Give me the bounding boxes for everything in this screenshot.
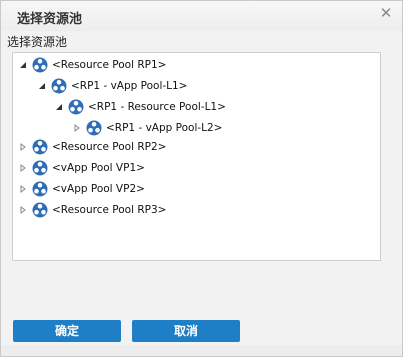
collapsed-arrow-icon[interactable] xyxy=(18,184,28,194)
resource-pool-tree: <Resource Pool RP1> <RP1 - vApp Pool-L1>… xyxy=(12,52,381,261)
ok-button[interactable]: 确定 xyxy=(13,320,121,342)
tree-node-rp1-vapp-l1[interactable]: <RP1 - vApp Pool-L1> xyxy=(37,76,187,96)
resource-pool-icon xyxy=(32,202,48,218)
close-icon[interactable]: ✕ xyxy=(378,4,394,22)
tree-node-label: <RP1 - Resource Pool-L1> xyxy=(88,101,226,113)
resource-pool-icon xyxy=(32,139,48,155)
dialog-title: 选择资源池 xyxy=(17,12,83,27)
collapsed-arrow-icon[interactable] xyxy=(18,142,28,152)
tree-node-label: <vApp Pool VP2> xyxy=(52,183,145,195)
tree-node-label: <RP1 - vApp Pool-L1> xyxy=(71,80,188,92)
resource-pool-icon xyxy=(86,120,102,136)
collapsed-arrow-icon[interactable] xyxy=(18,205,28,215)
expanded-arrow-icon[interactable] xyxy=(54,102,64,112)
tree-node-rp1-vapp-l2[interactable]: <RP1 - vApp Pool-L2> xyxy=(72,118,222,138)
resource-pool-icon xyxy=(51,78,67,94)
tree-node-rp1-resource-l1[interactable]: <RP1 - Resource Pool-L1> xyxy=(54,97,226,117)
cancel-button[interactable]: 取消 xyxy=(132,320,240,342)
tree-node-label: <Resource Pool RP3> xyxy=(52,204,167,216)
resource-pool-icon xyxy=(68,99,84,115)
resource-pool-icon xyxy=(32,181,48,197)
dialog-bottom-strip xyxy=(1,345,402,356)
tree-node-vp2[interactable]: <vApp Pool VP2> xyxy=(18,179,145,199)
tree-node-label: <Resource Pool RP1> xyxy=(52,59,167,71)
tree-node-label: <RP1 - vApp Pool-L2> xyxy=(106,122,223,134)
expanded-arrow-icon[interactable] xyxy=(18,60,28,70)
tree-node-rp3[interactable]: <Resource Pool RP3> xyxy=(18,200,166,220)
resource-pool-icon xyxy=(32,57,48,73)
collapsed-arrow-icon[interactable] xyxy=(72,123,82,133)
resource-pool-icon xyxy=(32,160,48,176)
collapsed-arrow-icon[interactable] xyxy=(18,163,28,173)
section-label: 选择资源池 xyxy=(7,35,68,49)
tree-node-label: <vApp Pool VP1> xyxy=(52,162,145,174)
resource-pool-dialog: 选择资源池 ✕ 选择资源池 <Resource Pool RP1> <RP1 -… xyxy=(0,0,403,357)
tree-node-rp2[interactable]: <Resource Pool RP2> xyxy=(18,137,166,157)
dialog-title-bar: 选择资源池 ✕ xyxy=(1,1,402,31)
expanded-arrow-icon[interactable] xyxy=(37,81,47,91)
tree-node-label: <Resource Pool RP2> xyxy=(52,141,167,153)
tree-node-rp1[interactable]: <Resource Pool RP1> xyxy=(18,55,166,75)
tree-node-vp1[interactable]: <vApp Pool VP1> xyxy=(18,158,145,178)
